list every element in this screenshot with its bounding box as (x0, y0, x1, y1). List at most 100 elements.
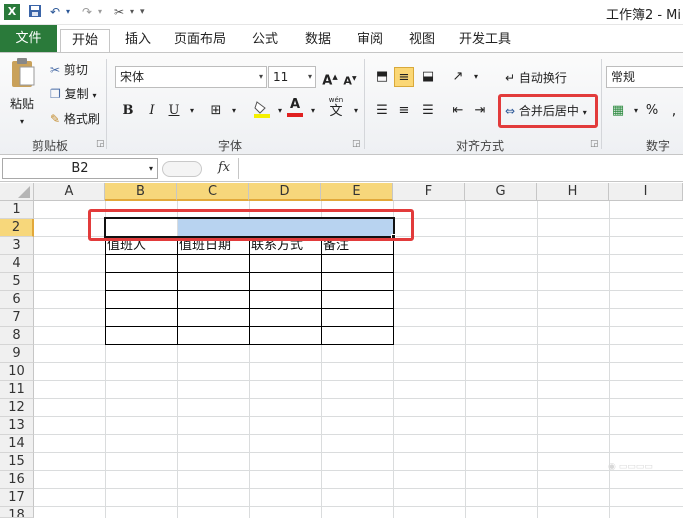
redo-icon[interactable]: ↷ (82, 4, 92, 20)
align-bottom-icon[interactable]: ⬓ (418, 67, 438, 87)
format-painter-button[interactable]: ✎ 格式刷 (50, 110, 100, 128)
wrap-text-label: 自动换行 (518, 71, 567, 85)
column-header-a[interactable]: A (34, 183, 105, 201)
undo-dropdown-icon[interactable]: ▾ (66, 4, 70, 20)
name-box[interactable]: B2 ▾ (2, 158, 158, 179)
align-right-icon[interactable]: ☰ (418, 101, 438, 121)
align-middle-icon[interactable]: ≡ (394, 67, 414, 87)
merge-center-highlight (498, 94, 598, 128)
tab-developer[interactable]: 开发工具 (455, 29, 515, 52)
row-header-16[interactable]: 16 (0, 471, 34, 489)
paste-button[interactable]: 粘贴 (10, 95, 34, 113)
alignment-launcher-icon[interactable]: ◲ (590, 139, 599, 149)
row-header-15[interactable]: 15 (0, 453, 34, 471)
cut-button[interactable]: ✂ 剪切 (50, 61, 88, 79)
tab-formulas[interactable]: 公式 (245, 29, 285, 52)
row-header-18[interactable]: 18 (0, 507, 34, 518)
row-header-4[interactable]: 4 (0, 255, 34, 273)
row-header-17[interactable]: 17 (0, 489, 34, 507)
column-header-b[interactable]: B (105, 183, 177, 201)
paste-dropdown-icon[interactable]: ▾ (20, 113, 24, 131)
row-header-1[interactable]: 1 (0, 201, 34, 219)
save-icon[interactable] (28, 4, 42, 20)
tab-review[interactable]: 审阅 (350, 29, 390, 52)
row-header-9[interactable]: 9 (0, 345, 34, 363)
row-header-6[interactable]: 6 (0, 291, 34, 309)
decrease-indent-icon[interactable]: ⇤ (448, 101, 468, 121)
increase-indent-icon[interactable]: ⇥ (470, 101, 490, 121)
row-header-11[interactable]: 11 (0, 381, 34, 399)
grow-font-icon[interactable]: A▲ (320, 67, 340, 88)
row-header-5[interactable]: 5 (0, 273, 34, 291)
select-all-corner[interactable] (0, 183, 34, 201)
phonetic-dropdown-icon[interactable]: ▾ (346, 101, 366, 121)
copy-button[interactable]: ❐ 复制 ▾ (50, 85, 96, 105)
font-color-icon[interactable]: A (285, 97, 305, 117)
font-name-combo[interactable]: 宋体 ▾ (115, 66, 267, 88)
table-line (321, 236, 322, 345)
number-format-combo[interactable]: 常规 (606, 66, 683, 88)
align-left-icon[interactable]: ☰ (372, 101, 392, 121)
row-header-3[interactable]: 3 (0, 237, 34, 255)
underline-dropdown-icon[interactable]: ▾ (182, 101, 202, 121)
row-header-13[interactable]: 13 (0, 417, 34, 435)
table-line (249, 236, 250, 345)
row-header-10[interactable]: 10 (0, 363, 34, 381)
format-painter-label: 格式刷 (63, 112, 100, 126)
tab-view[interactable]: 视图 (402, 29, 442, 52)
row-header-7[interactable]: 7 (0, 309, 34, 327)
row-header-14[interactable]: 14 (0, 435, 34, 453)
tab-page-layout[interactable]: 页面布局 (170, 29, 230, 52)
column-header-i[interactable]: I (609, 183, 683, 201)
tools-icon[interactable]: ✂ (114, 4, 124, 20)
row-header-8[interactable]: 8 (0, 327, 34, 345)
accounting-format-icon[interactable]: ▦ (608, 101, 628, 121)
formula-bar: B2 ▾ fx (0, 156, 683, 182)
formula-input[interactable] (238, 158, 683, 179)
number-format-value: 常规 (611, 70, 636, 84)
row-header-2[interactable]: 2 (0, 219, 34, 237)
orientation-icon[interactable]: ↗ (448, 67, 468, 87)
customize-quick-access-icon[interactable]: ▾ (140, 4, 145, 20)
underline-button[interactable]: U (164, 101, 184, 121)
fill-color-icon[interactable] (252, 99, 272, 119)
shrink-font-icon[interactable]: A▼ (340, 69, 360, 89)
column-header-g[interactable]: G (465, 183, 537, 201)
font-size-combo[interactable]: 11 ▾ (268, 66, 316, 88)
align-center-icon[interactable]: ≡ (394, 101, 414, 121)
insert-function-icon[interactable]: fx (218, 160, 230, 175)
worksheet-grid[interactable]: A B C D E F G H I 1 2 3 4 5 6 7 8 9 10 1… (0, 183, 683, 518)
clipboard-launcher-icon[interactable]: ◲ (96, 139, 105, 149)
align-top-icon[interactable]: ⬒ (372, 67, 392, 87)
italic-button[interactable]: I (142, 101, 162, 121)
tab-data[interactable]: 数据 (298, 29, 338, 52)
column-header-h[interactable]: H (537, 183, 609, 201)
tools-dropdown-icon[interactable]: ▾ (130, 4, 134, 20)
formula-expand-handle[interactable] (162, 161, 202, 177)
orientation-dropdown-icon[interactable]: ▾ (466, 67, 486, 87)
tab-insert[interactable]: 插入 (118, 29, 158, 52)
tab-home[interactable]: 开始 (60, 29, 110, 52)
column-header-c[interactable]: C (177, 183, 249, 201)
percent-button[interactable]: % (642, 101, 662, 121)
column-header-e[interactable]: E (321, 183, 393, 201)
copy-label: 复制 (64, 87, 89, 101)
redo-dropdown-icon[interactable]: ▾ (98, 4, 102, 20)
grid-line (34, 380, 683, 381)
row-header-12[interactable]: 12 (0, 399, 34, 417)
copy-icon: ❐ (50, 87, 61, 101)
paste-icon[interactable] (8, 57, 42, 91)
watermark-logo: ◉ ▭▭▭▭ (608, 462, 653, 472)
tab-file[interactable]: 文件 (0, 25, 57, 52)
borders-dropdown-icon[interactable]: ▾ (224, 101, 244, 121)
wrap-text-button[interactable]: ↵ 自动换行 (505, 69, 567, 87)
phonetic-button[interactable]: wén 文 (324, 95, 348, 119)
font-launcher-icon[interactable]: ◲ (352, 139, 361, 149)
column-header-d[interactable]: D (249, 183, 321, 201)
font-color-dropdown-icon[interactable]: ▾ (303, 101, 323, 121)
bold-button[interactable]: B (118, 101, 138, 121)
comma-style-icon[interactable]: , (664, 101, 683, 121)
column-header-f[interactable]: F (393, 183, 465, 201)
undo-icon[interactable]: ↶ (50, 4, 60, 20)
borders-icon[interactable]: ⊞ (206, 101, 226, 121)
